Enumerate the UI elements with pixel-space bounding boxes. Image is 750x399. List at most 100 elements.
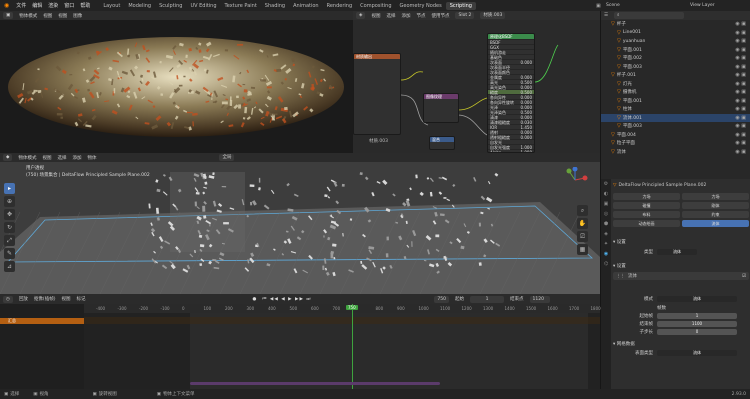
menu-item[interactable]: 帮助 xyxy=(80,3,90,9)
editor-type-button[interactable]: ◆ xyxy=(3,154,13,161)
playback-controls[interactable]: ⏮ ◀◀ ◀ ▶ ▶▶ ⏭ xyxy=(262,296,311,302)
menu-item[interactable]: 文件 xyxy=(16,3,26,9)
menu-item[interactable]: 窗口 xyxy=(64,3,74,9)
physics-tab-button[interactable]: 流体 xyxy=(682,220,749,227)
menu-marker[interactable]: 标记 xyxy=(76,296,85,302)
physics-tab-button[interactable]: 碰撞 xyxy=(613,202,680,209)
menu-view[interactable]: 视图 xyxy=(42,155,51,161)
viewport-3d[interactable]: ◆ 物体模式 视图 选择 添加 物体 全局 用户透视 (750) 场景集合 | … xyxy=(0,153,600,294)
menu-add[interactable]: 添加 xyxy=(401,13,410,19)
visibility-icon[interactable]: ◉ ▣ xyxy=(735,123,746,129)
panel-flow-header[interactable]: ▾ 设置 xyxy=(613,263,749,269)
outliner-row[interactable]: ▽ 平面.003 ◉ ▣ xyxy=(601,122,750,131)
visibility-icon[interactable]: ◉ ▣ xyxy=(735,38,746,44)
section-settings-header[interactable]: ▾ 设置 xyxy=(613,237,749,247)
use-nodes-toggle[interactable]: 使用节点 xyxy=(431,13,449,19)
outliner-row[interactable]: ▽ 平面.003 ◉ ▣ xyxy=(601,63,750,72)
workspace-tab[interactable]: Compositing xyxy=(356,2,395,10)
perspective-toggle-icon[interactable]: ▦ xyxy=(577,244,588,255)
mode-label[interactable]: 物体模式 xyxy=(19,13,37,19)
view-layer-label[interactable]: View Layer xyxy=(690,3,715,8)
field-value[interactable]: 1100 xyxy=(657,321,737,327)
menu-view[interactable]: 视图 xyxy=(371,13,380,19)
editor-type-button[interactable]: ◈ xyxy=(356,12,366,19)
physics-tab-button[interactable]: 刚体 xyxy=(682,202,749,209)
start-frame-field[interactable]: 1 xyxy=(470,295,505,303)
zoom-icon[interactable]: ⌕ xyxy=(577,205,588,216)
menu-object[interactable]: 物体 xyxy=(87,155,96,161)
menu-view2[interactable]: 视图 xyxy=(58,13,67,19)
menu-select[interactable]: 选择 xyxy=(386,13,395,19)
menu-node[interactable]: 节点 xyxy=(416,13,425,19)
physics-tab-button[interactable]: 力场 xyxy=(682,193,749,200)
visibility-icon[interactable]: ◉ ▣ xyxy=(735,149,746,155)
playhead[interactable] xyxy=(352,304,353,389)
select-tool-icon[interactable]: ▸ xyxy=(4,183,15,194)
field-value[interactable]: 0 xyxy=(657,329,737,335)
current-frame-field[interactable]: 750 xyxy=(434,295,450,303)
pan-icon[interactable]: ✋ xyxy=(577,218,588,229)
camera-view-icon[interactable]: ⎚ xyxy=(577,231,588,242)
node-image-texture[interactable]: 图像纹理 xyxy=(423,93,459,123)
node-principled[interactable]: 原理化BSDF BSDF GGX 随机游走 基础色 次表面 0.000 次表面半径 次表面颜色… xyxy=(487,33,535,153)
outliner-row[interactable]: ▽ yuanhuan ◉ ▣ xyxy=(601,37,750,46)
scene-icon[interactable]: ▣ xyxy=(596,3,601,9)
mode-dropdown[interactable]: 流体 xyxy=(657,296,737,302)
outliner-row[interactable]: ▽ 流体 ◉ ▣ xyxy=(601,148,750,157)
visibility-icon[interactable]: ◉ ▣ xyxy=(735,55,746,61)
annotate-tool-icon[interactable]: ✎ xyxy=(4,248,15,259)
scale-tool-icon[interactable]: ⤢ xyxy=(4,235,15,246)
visibility-icon[interactable]: ◉ ▣ xyxy=(735,106,746,112)
outliner-search[interactable]: ⌕ xyxy=(614,12,685,19)
mode-select[interactable]: 物体模式 xyxy=(18,155,36,161)
visibility-icon[interactable]: ◉ ▣ xyxy=(735,72,746,78)
workspace-tab[interactable]: Scripting xyxy=(445,1,476,10)
visibility-icon[interactable]: ◉ ▣ xyxy=(735,47,746,53)
editor-type-button[interactable]: ◷ xyxy=(3,295,13,303)
visibility-icon[interactable]: ◉ ▣ xyxy=(735,140,746,146)
field-value[interactable]: 1 xyxy=(657,313,737,319)
outliner-row[interactable]: ▽ 粒子平面 ◉ ▣ xyxy=(601,139,750,148)
rotate-tool-icon[interactable]: ↻ xyxy=(4,222,15,233)
physics-tab-button[interactable]: 布料 xyxy=(613,211,680,218)
visibility-icon[interactable]: ◉ ▣ xyxy=(735,89,746,95)
outliner-row[interactable]: ▽ 平面.001 ◉ ▣ xyxy=(601,46,750,55)
visibility-icon[interactable]: ◉ ▣ xyxy=(735,21,746,27)
visibility-icon[interactable]: ◉ ▣ xyxy=(735,115,746,121)
menu-view[interactable]: 视图 xyxy=(43,13,52,19)
workspace-tab[interactable]: Texture Paint xyxy=(221,2,261,10)
workspace-tab[interactable]: Geometry Nodes xyxy=(396,2,446,10)
move-tool-icon[interactable]: ✥ xyxy=(4,209,15,220)
measure-tool-icon[interactable]: ⊿ xyxy=(4,261,15,272)
menu-playback[interactable]: 回放 xyxy=(19,296,28,302)
scene-label[interactable]: Scene xyxy=(606,3,620,8)
workspace-tab[interactable]: UV Editing xyxy=(186,2,220,10)
mesh-section-header[interactable]: ▾ 网格数据 xyxy=(613,341,749,347)
outliner-row[interactable]: ▽ 平面.004 ◉ ▣ xyxy=(601,131,750,140)
visibility-icon[interactable]: ◉ ▣ xyxy=(735,81,746,87)
menu-item[interactable]: 渲染 xyxy=(48,3,58,9)
navigation-gizmo[interactable] xyxy=(562,166,588,193)
slot-select[interactable]: Slot 2 xyxy=(455,12,475,19)
visibility-icon[interactable]: ◉ ▣ xyxy=(735,30,746,36)
menu-view[interactable]: 视图 xyxy=(61,296,70,302)
workspace-tab[interactable]: Sculpting xyxy=(155,2,186,10)
outliner-row[interactable]: ▽ Line001 ◉ ▣ xyxy=(601,29,750,38)
physics-tab-button[interactable]: 力场 xyxy=(613,193,680,200)
checkbox-icon[interactable]: ☑ xyxy=(742,274,746,279)
menu-keying[interactable]: 抠像(插帧) xyxy=(34,296,56,302)
visibility-icon[interactable]: ◉ ▣ xyxy=(735,98,746,104)
flow-panel[interactable]: ⋮⋮ 流体 ☑ xyxy=(613,272,749,280)
timeline-scrollbar[interactable] xyxy=(190,382,440,385)
outliner-row[interactable]: ▽ 杯子.001 ◉ ▣ xyxy=(601,71,750,80)
visibility-icon[interactable]: ◉ ▣ xyxy=(735,64,746,70)
visibility-icon[interactable]: ◉ ▣ xyxy=(735,132,746,138)
type-dropdown[interactable]: 流体 xyxy=(657,249,697,255)
node-mix[interactable]: 混合 xyxy=(429,136,455,150)
outliner-row[interactable]: ▽ 杯子 ◉ ▣ xyxy=(601,20,750,29)
material-select[interactable]: 材质.003 xyxy=(480,12,506,19)
workspace-tab[interactable]: Modeling xyxy=(124,2,155,10)
cursor-tool-icon[interactable]: ⊕ xyxy=(4,196,15,207)
outliner-icon[interactable]: ☰ xyxy=(604,13,608,18)
outliner-row[interactable]: ▽ 流体.001 ◉ ▣ xyxy=(601,113,750,122)
